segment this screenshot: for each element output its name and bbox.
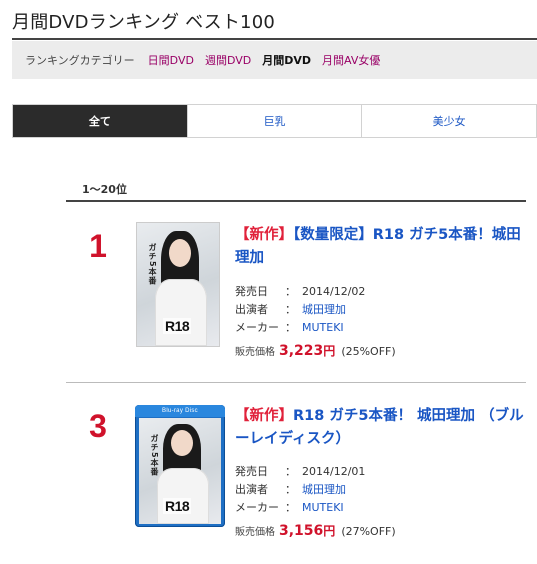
separator: ： xyxy=(285,501,296,514)
range-divider xyxy=(66,200,526,202)
product-meta: 発売日 ： 2014/12/02 出演者 ： 城田理加 メーカー ： MUTEKI 販売価格… xyxy=(235,283,396,362)
maker-row: メーカー ： MUTEKI xyxy=(235,499,396,517)
tab-all[interactable]: 全て xyxy=(13,105,187,137)
tab-beautiful-girl[interactable]: 美少女 xyxy=(361,105,536,137)
actor-row: 出演者 ： 城田理加 xyxy=(235,301,396,319)
cover-vertical-text: ガチ5本番 xyxy=(148,243,157,286)
separator: ： xyxy=(285,285,296,298)
actor-label: 出演者 xyxy=(235,303,268,316)
actor-row: 出演者 ： 城田理加 xyxy=(235,481,396,499)
category-monthly-dvd-current: 月間DVD xyxy=(262,54,312,67)
product-cover-image[interactable]: Blu-ray Disc ガチ5本番 R18 xyxy=(135,405,225,527)
new-release-tag: 【新作】 xyxy=(235,227,293,243)
discount-text: (25%OFF) xyxy=(341,345,396,358)
cover-r18-badge: R18 xyxy=(163,498,192,514)
maker-label: メーカー xyxy=(235,501,279,514)
title-divider xyxy=(12,38,537,40)
release-date-value: 2014/12/01 xyxy=(302,465,366,478)
category-daily-dvd-link[interactable]: 日間DVD xyxy=(148,52,194,68)
maker-link[interactable]: MUTEKI xyxy=(302,321,344,334)
separator: ： xyxy=(285,321,296,334)
price-value: 3,156 xyxy=(279,523,324,539)
category-monthly-actress-link[interactable]: 月間AV女優 xyxy=(322,52,380,68)
rank-range-heading: 1〜20位 xyxy=(82,183,127,196)
cover-body-shape xyxy=(155,279,207,346)
release-date-label: 発売日 xyxy=(235,285,268,298)
cover-vertical-text: ガチ5本番 xyxy=(150,434,159,477)
separator: ： xyxy=(285,303,296,316)
maker-row: メーカー ： MUTEKI xyxy=(235,319,396,337)
new-release-tag: 【新作】 xyxy=(235,408,293,424)
product-meta: 発売日 ： 2014/12/01 出演者 ： 城田理加 メーカー ： MUTEKI 販売価格… xyxy=(235,463,396,542)
tab-big-breasts[interactable]: 巨乳 xyxy=(186,105,362,137)
price-label: 販売価格 xyxy=(235,347,275,358)
product-title-link[interactable]: 【新作】R18 ガチ5本番！ 城田理加 （ブルーレイディスク） xyxy=(235,405,530,451)
product-cover-image[interactable]: ガチ5本番 R18 xyxy=(137,223,219,346)
price-currency: 円 xyxy=(323,344,336,358)
cover-face-shape xyxy=(171,430,193,456)
release-date-value: 2014/12/02 xyxy=(302,285,366,298)
ranking-category-bar: ランキングカテゴリー 日間DVD 週間DVD 月間DVD 月間AV女優 xyxy=(12,41,537,79)
page-title: 月間DVDランキング ベスト100 xyxy=(12,12,276,33)
actor-label: 出演者 xyxy=(235,483,268,496)
cover-face-shape xyxy=(169,239,191,267)
release-date-row: 発売日 ： 2014/12/02 xyxy=(235,283,396,301)
maker-label: メーカー xyxy=(235,321,279,334)
cover-body-shape xyxy=(157,468,209,524)
actor-link[interactable]: 城田理加 xyxy=(302,303,346,316)
separator: ： xyxy=(285,483,296,496)
separator: ： xyxy=(285,465,296,478)
genre-tabs: 全て 巨乳 美少女 xyxy=(12,104,537,138)
price-row: 販売価格 3,156円 (27%OFF) xyxy=(235,520,396,542)
maker-link[interactable]: MUTEKI xyxy=(302,501,344,514)
actor-link[interactable]: 城田理加 xyxy=(302,483,346,496)
cover-r18-badge: R18 xyxy=(163,318,192,334)
cover-artwork: ガチ5本番 R18 xyxy=(139,418,221,524)
price-label: 販売価格 xyxy=(235,527,275,538)
discount-text: (27%OFF) xyxy=(341,525,396,538)
product-title-link[interactable]: 【新作】【数量限定】R18 ガチ5本番！城田理加 xyxy=(235,224,530,270)
bluray-logo: Blu-ray Disc xyxy=(135,405,225,417)
category-label: ランキングカテゴリー xyxy=(25,54,135,67)
price-value: 3,223 xyxy=(279,343,324,359)
rank-number: 1 xyxy=(89,228,107,264)
category-weekly-dvd-link[interactable]: 週間DVD xyxy=(205,52,251,68)
item-divider xyxy=(66,382,526,383)
price-currency: 円 xyxy=(323,524,336,538)
release-date-row: 発売日 ： 2014/12/01 xyxy=(235,463,396,481)
rank-number: 3 xyxy=(89,408,107,444)
price-row: 販売価格 3,223円 (25%OFF) xyxy=(235,340,396,362)
release-date-label: 発売日 xyxy=(235,465,268,478)
